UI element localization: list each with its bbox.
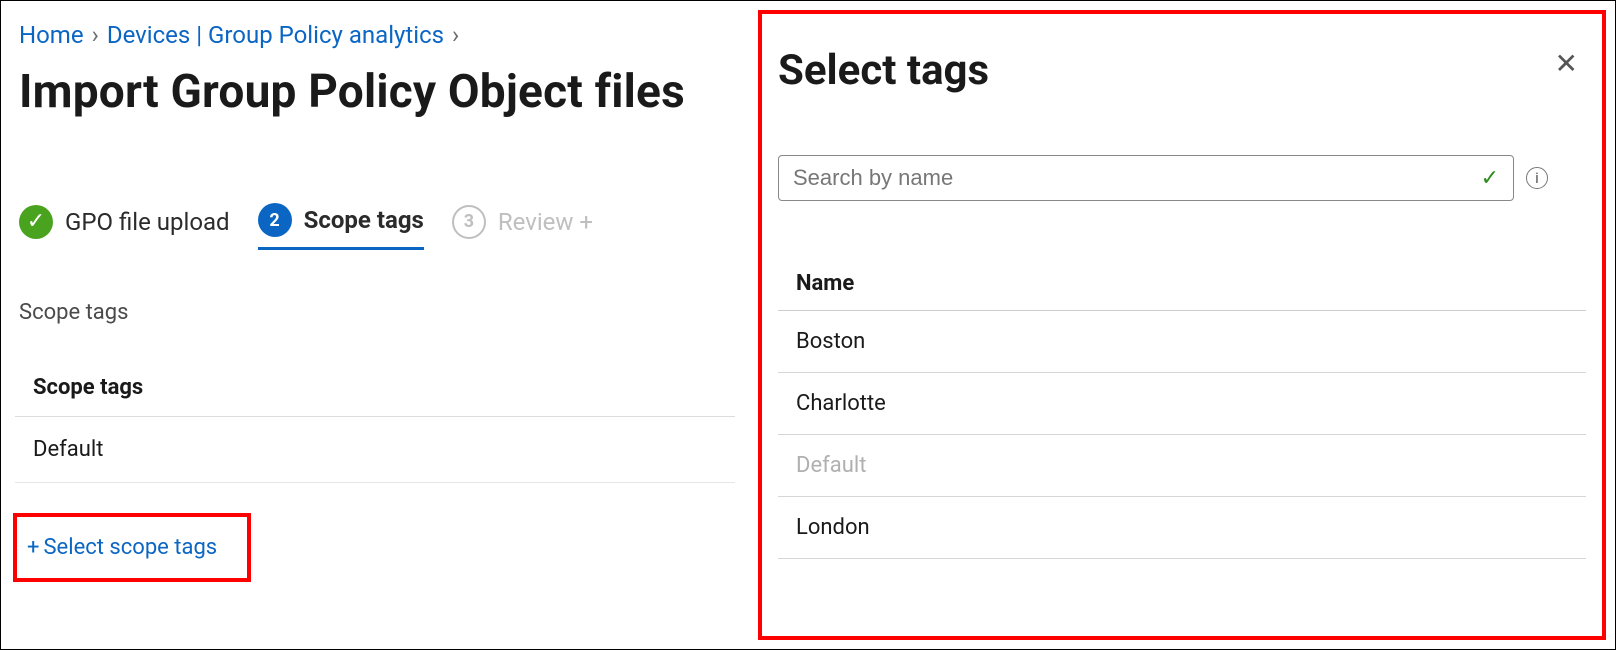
wizard-step-label: Review + [498, 208, 593, 236]
list-item: Default [778, 435, 1586, 497]
wizard-step-scope-tags[interactable]: 2 Scope tags [258, 203, 424, 250]
page-title: Import Group Policy Object files [19, 65, 735, 119]
wizard-step-gpo-upload[interactable]: GPO file upload [19, 205, 230, 249]
info-icon[interactable]: i [1526, 167, 1548, 189]
breadcrumb-home[interactable]: Home [19, 21, 84, 49]
search-input-wrapper[interactable]: ✓ [778, 155, 1514, 201]
wizard-step-label: GPO file upload [65, 208, 230, 236]
chevron-right-icon: › [88, 21, 103, 49]
step-number-icon: 3 [452, 205, 486, 239]
scope-tags-table: Scope tags Default [15, 375, 735, 483]
main-pane: Home › Devices | Group Policy analytics … [1, 1, 753, 649]
table-header: Scope tags [15, 375, 735, 417]
import-gpo-page: Home › Devices | Group Policy analytics … [0, 0, 1616, 650]
breadcrumb-section[interactable]: Devices | Group Policy analytics [107, 21, 444, 49]
list-item[interactable]: Charlotte [778, 373, 1586, 435]
select-scope-tags-link[interactable]: + Select scope tags [27, 535, 217, 560]
valid-icon: ✓ [1481, 166, 1499, 191]
wizard-step-label: Scope tags [304, 206, 424, 234]
wizard-steps: GPO file upload 2 Scope tags 3 Review + [19, 203, 735, 250]
breadcrumb: Home › Devices | Group Policy analytics … [19, 21, 735, 49]
list-item[interactable]: London [778, 497, 1586, 559]
wizard-step-review[interactable]: 3 Review + [452, 205, 593, 249]
panel-title: Select tags [778, 46, 989, 95]
step-number-icon: 2 [258, 203, 292, 237]
select-link-label: Select scope tags [43, 535, 217, 560]
plus-icon: + [27, 535, 39, 560]
section-label: Scope tags [19, 300, 735, 325]
select-tags-panel: Select tags ✕ ✓ i Name Boston Charlotte … [758, 10, 1606, 640]
highlighted-select-scope-tags: + Select scope tags [13, 513, 251, 582]
close-icon[interactable]: ✕ [1547, 46, 1586, 82]
tags-list: Name Boston Charlotte Default London [778, 271, 1586, 559]
search-input[interactable] [793, 165, 1471, 191]
table-row: Default [15, 417, 735, 483]
chevron-right-icon: › [448, 21, 463, 49]
list-item[interactable]: Boston [778, 311, 1586, 373]
list-header: Name [778, 271, 1586, 311]
check-icon [19, 205, 53, 239]
